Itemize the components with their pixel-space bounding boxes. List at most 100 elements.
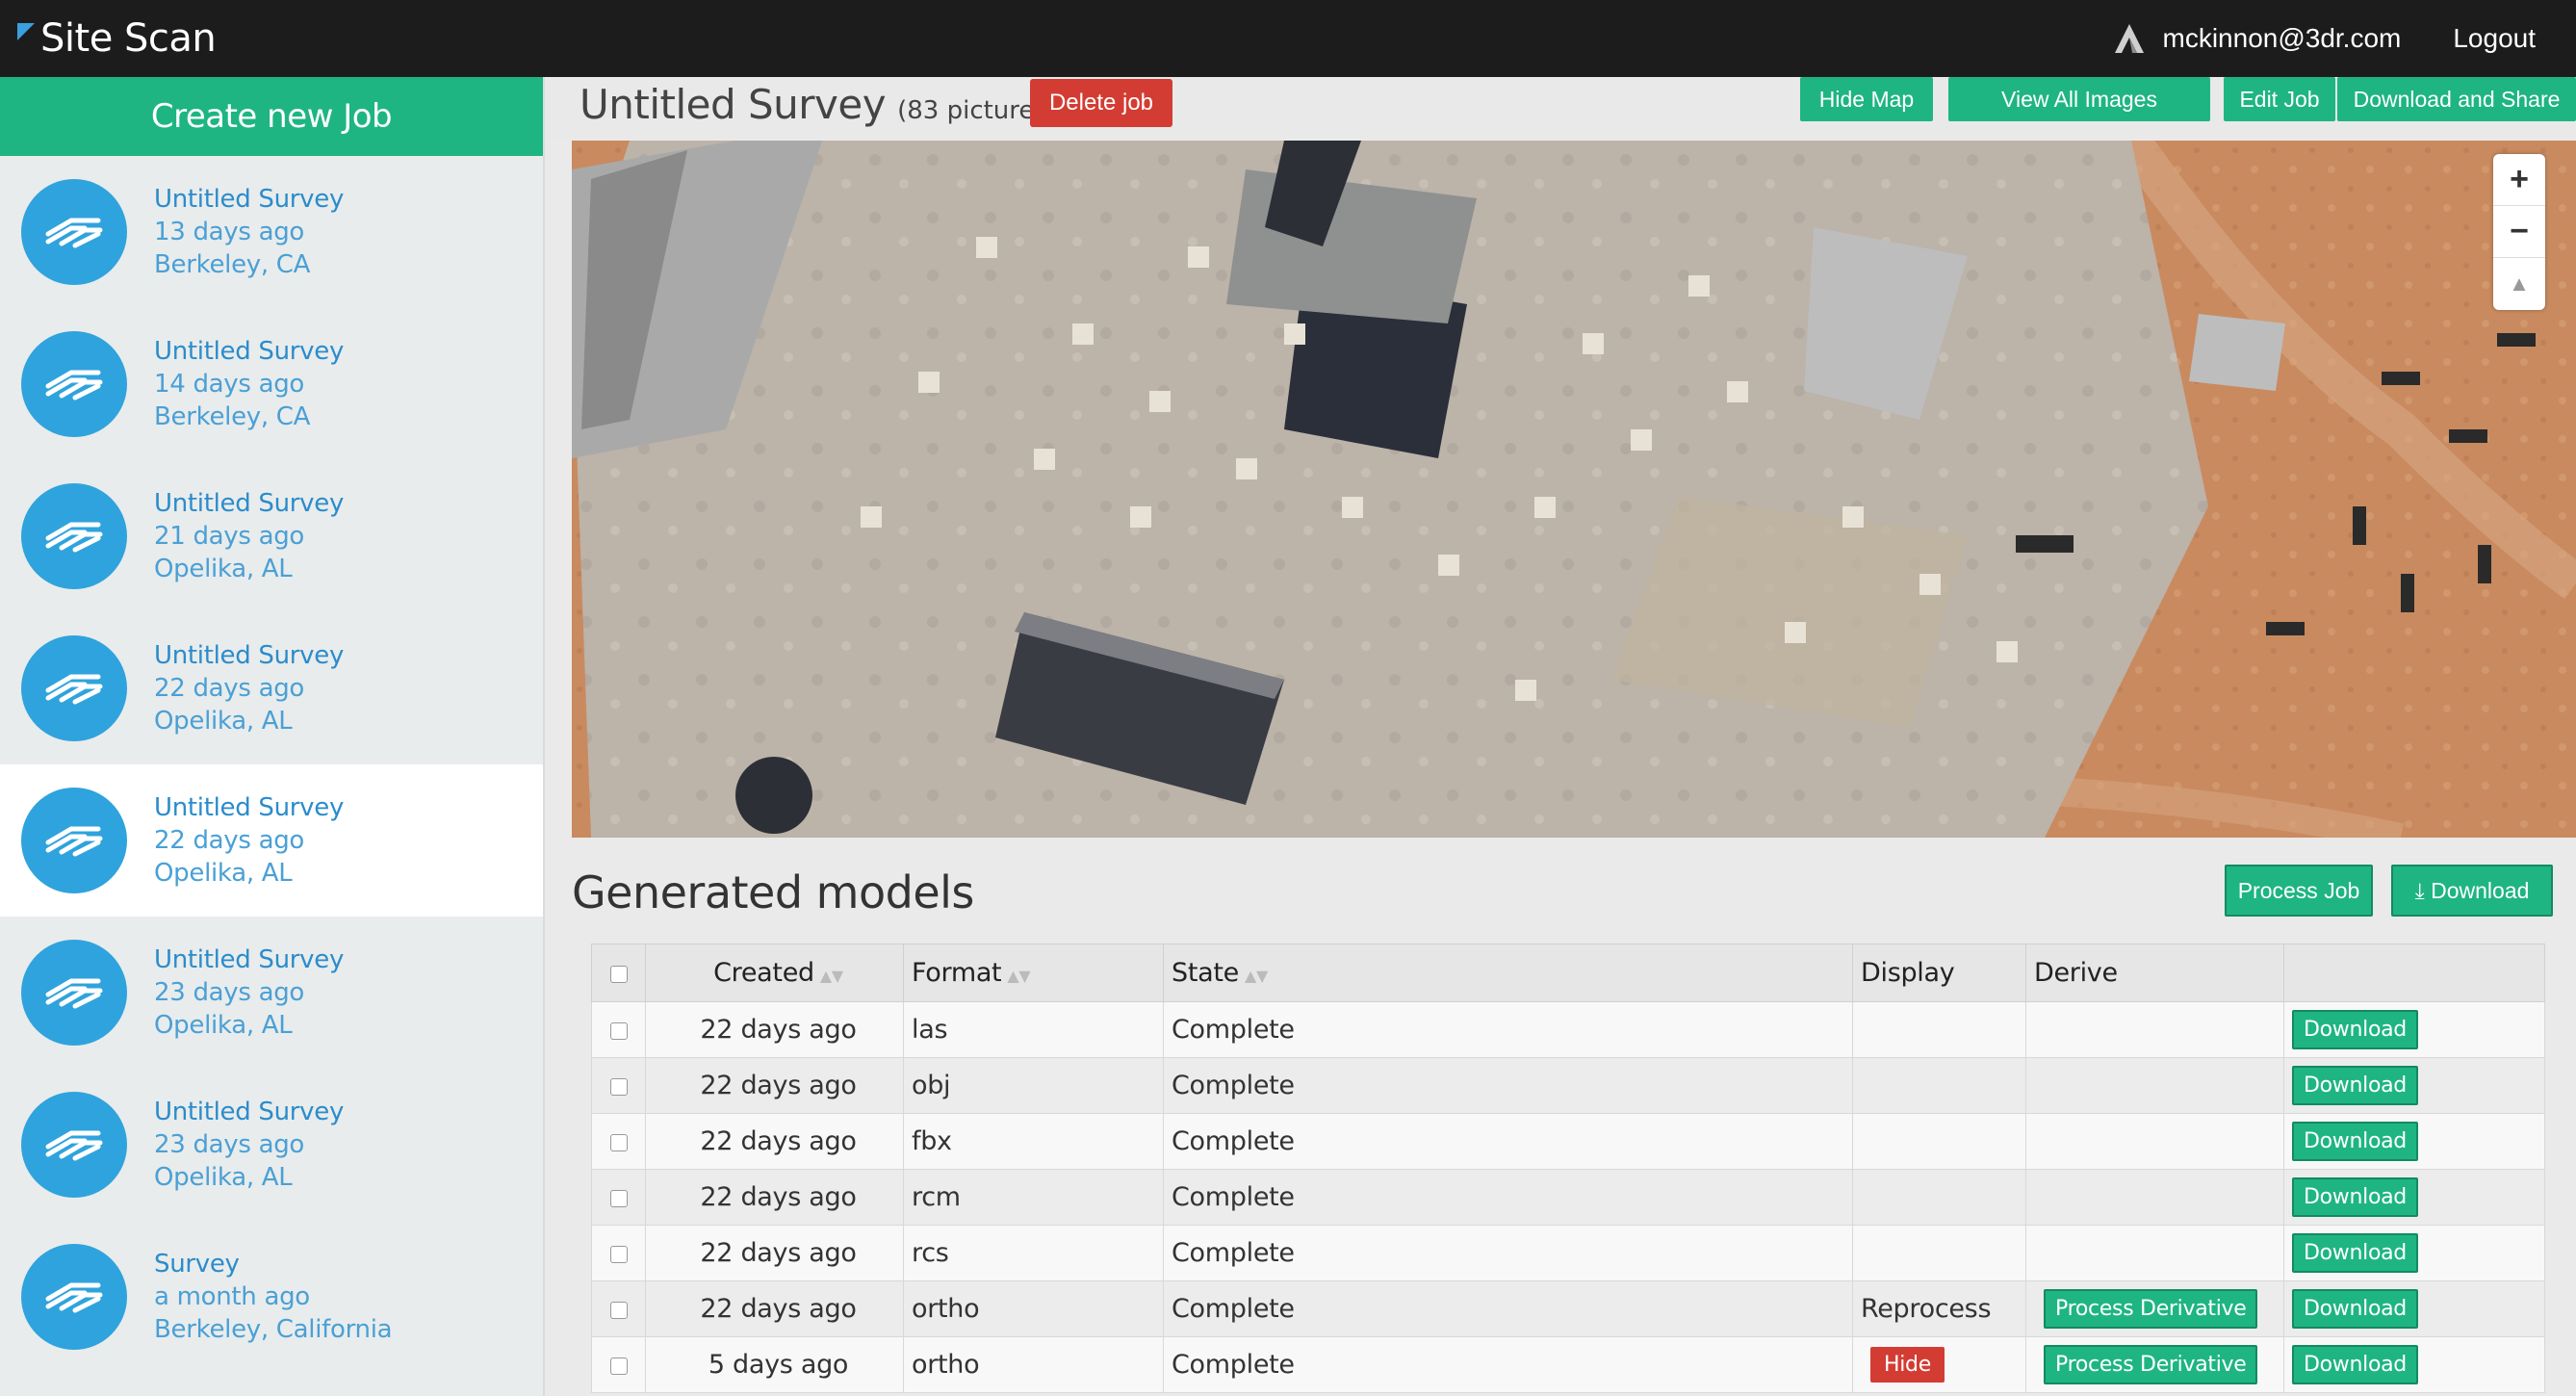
download-model-button[interactable]: Download xyxy=(2292,1177,2418,1217)
download-model-button[interactable]: Download xyxy=(2292,1233,2418,1273)
process-derivative-button[interactable]: Process Derivative xyxy=(2044,1289,2258,1329)
created-cell: 22 days ago xyxy=(645,1280,904,1337)
column-format[interactable]: Format ▲▼ xyxy=(903,944,1164,1002)
job-list-item[interactable]: Untitled Survey 22 days ago Opelika, AL xyxy=(0,764,543,917)
table-row: 22 days ago ortho Complete Reprocess Process… xyxy=(591,1280,2545,1337)
job-location: Berkeley, California xyxy=(154,1315,393,1344)
table-row: 22 days ago las Complete Download xyxy=(591,1001,2545,1058)
row-select-cell xyxy=(591,1336,646,1393)
column-format-label: Format xyxy=(912,958,1002,988)
select-all-checkbox[interactable] xyxy=(609,965,628,983)
job-location: Opelika, AL xyxy=(154,555,293,583)
site-scan-logo[interactable]: Site Scan xyxy=(17,12,217,65)
row-select-cell xyxy=(591,1169,646,1226)
create-new-job-button[interactable]: Create new Job xyxy=(0,77,543,156)
job-age: 23 days ago xyxy=(154,1130,305,1159)
row-checkbox[interactable] xyxy=(609,1021,628,1040)
job-title[interactable]: Untitled Survey xyxy=(154,791,344,824)
job-age: 22 days ago xyxy=(154,674,305,703)
download-models-button[interactable]: ⤓ Download xyxy=(2391,865,2553,917)
sort-icon: ▲▼ xyxy=(1244,967,1268,985)
hide-map-button[interactable]: Hide Map xyxy=(1800,77,1933,121)
survey-map[interactable]: + − ▲ xyxy=(572,141,2576,838)
job-title[interactable]: Untitled Survey xyxy=(154,1096,344,1128)
row-checkbox[interactable] xyxy=(609,1077,628,1096)
zoom-in-button[interactable]: + xyxy=(2493,154,2545,206)
job-list-item[interactable]: Untitled Survey 13 days ago Berkeley, CA xyxy=(0,156,543,308)
column-state[interactable]: State ▲▼ xyxy=(1163,944,1853,1002)
download-model-button[interactable]: Download xyxy=(2292,1122,2418,1161)
row-checkbox[interactable] xyxy=(609,1133,628,1151)
column-created[interactable]: Created ▲▼ xyxy=(645,944,904,1002)
download-model-button[interactable]: Download xyxy=(2292,1010,2418,1049)
row-checkbox[interactable] xyxy=(609,1189,628,1207)
created-cell: 5 days ago xyxy=(645,1336,904,1393)
process-derivative-button[interactable]: Process Derivative xyxy=(2044,1345,2258,1384)
display-cell xyxy=(1852,1225,2026,1281)
created-cell: 22 days ago xyxy=(645,1113,904,1170)
table-row: 22 days ago obj Complete Download xyxy=(591,1057,2545,1114)
display-cell xyxy=(1852,1169,2026,1226)
survey-icon xyxy=(21,1092,127,1198)
display-cell xyxy=(1852,1113,2026,1170)
job-title[interactable]: Survey xyxy=(154,1248,392,1280)
logout-link[interactable]: Logout xyxy=(2453,23,2536,54)
compass-icon[interactable]: ▲ xyxy=(2493,258,2545,310)
derive-cell xyxy=(2025,1113,2284,1170)
edit-job-button[interactable]: Edit Job xyxy=(2224,77,2335,121)
action-cell: Download xyxy=(2283,1280,2545,1337)
job-list-item[interactable]: Untitled Survey 21 days ago Opelika, AL xyxy=(0,460,543,612)
job-title[interactable]: Untitled Survey xyxy=(154,335,344,368)
download-model-button[interactable]: Download xyxy=(2292,1345,2418,1384)
view-all-images-button[interactable]: View All Images xyxy=(1948,77,2210,121)
job-sidebar: Create new Job Untitled Survey 13 days ag… xyxy=(0,77,545,1396)
survey-name: Untitled Survey xyxy=(580,81,887,128)
table-header-row: Created ▲▼ Format ▲▼ State ▲▼ Display Deriv… xyxy=(591,944,2545,1002)
row-checkbox[interactable] xyxy=(609,1301,628,1319)
action-cell: Download xyxy=(2283,1001,2545,1058)
survey-icon xyxy=(21,179,127,285)
download-model-button[interactable]: Download xyxy=(2292,1289,2418,1329)
action-cell: Download xyxy=(2283,1113,2545,1170)
page-title: Untitled Survey (83 pictures) xyxy=(580,77,1057,139)
derive-cell xyxy=(2025,1001,2284,1058)
row-checkbox[interactable] xyxy=(609,1357,628,1375)
format-cell: rcs xyxy=(903,1225,1164,1281)
job-age: 21 days ago xyxy=(154,522,305,551)
derive-cell xyxy=(2025,1057,2284,1114)
user-area: mckinnon@3dr.com Logout xyxy=(2111,0,2576,77)
column-state-label: State xyxy=(1172,958,1239,988)
job-list-item[interactable]: Survey a month ago Berkeley, California xyxy=(0,1221,543,1373)
job-location: Opelika, AL xyxy=(154,1011,293,1040)
logo-text: Site Scan xyxy=(40,16,217,61)
delete-job-button[interactable]: Delete job xyxy=(1030,79,1172,127)
job-list: Untitled Survey 13 days ago Berkeley, CA Un… xyxy=(0,156,543,1373)
derive-cell xyxy=(2025,1225,2284,1281)
display-cell: Hide xyxy=(1852,1336,2026,1393)
job-title[interactable]: Untitled Survey xyxy=(154,944,344,976)
job-title[interactable]: Untitled Survey xyxy=(154,183,344,216)
job-list-item[interactable]: Untitled Survey 23 days ago Opelika, AL xyxy=(0,917,543,1069)
state-cell: Complete xyxy=(1163,1280,1853,1337)
aerial-orthomosaic xyxy=(572,141,2576,838)
column-created-label: Created xyxy=(713,958,814,988)
column-action xyxy=(2283,944,2545,1002)
hide-model-button[interactable]: Hide xyxy=(1870,1347,1945,1383)
job-title[interactable]: Untitled Survey xyxy=(154,639,344,672)
job-title[interactable]: Untitled Survey xyxy=(154,487,344,520)
download-and-share-button[interactable]: Download and Share xyxy=(2337,77,2576,121)
reprocess-link[interactable]: Reprocess xyxy=(1861,1294,1992,1324)
state-cell: Complete xyxy=(1163,1225,1853,1281)
select-all-cell xyxy=(591,944,646,1002)
job-location: Berkeley, CA xyxy=(154,402,311,431)
job-list-item[interactable]: Untitled Survey 14 days ago Berkeley, CA xyxy=(0,308,543,460)
process-job-button[interactable]: Process Job xyxy=(2225,865,2373,917)
format-cell: las xyxy=(903,1001,1164,1058)
download-model-button[interactable]: Download xyxy=(2292,1066,2418,1105)
job-list-item[interactable]: Untitled Survey 22 days ago Opelika, AL xyxy=(0,612,543,764)
row-checkbox[interactable] xyxy=(609,1245,628,1263)
zoom-out-button[interactable]: − xyxy=(2493,206,2545,258)
display-cell: Reprocess xyxy=(1852,1280,2026,1337)
row-select-cell xyxy=(591,1057,646,1114)
job-list-item[interactable]: Untitled Survey 23 days ago Opelika, AL xyxy=(0,1069,543,1221)
